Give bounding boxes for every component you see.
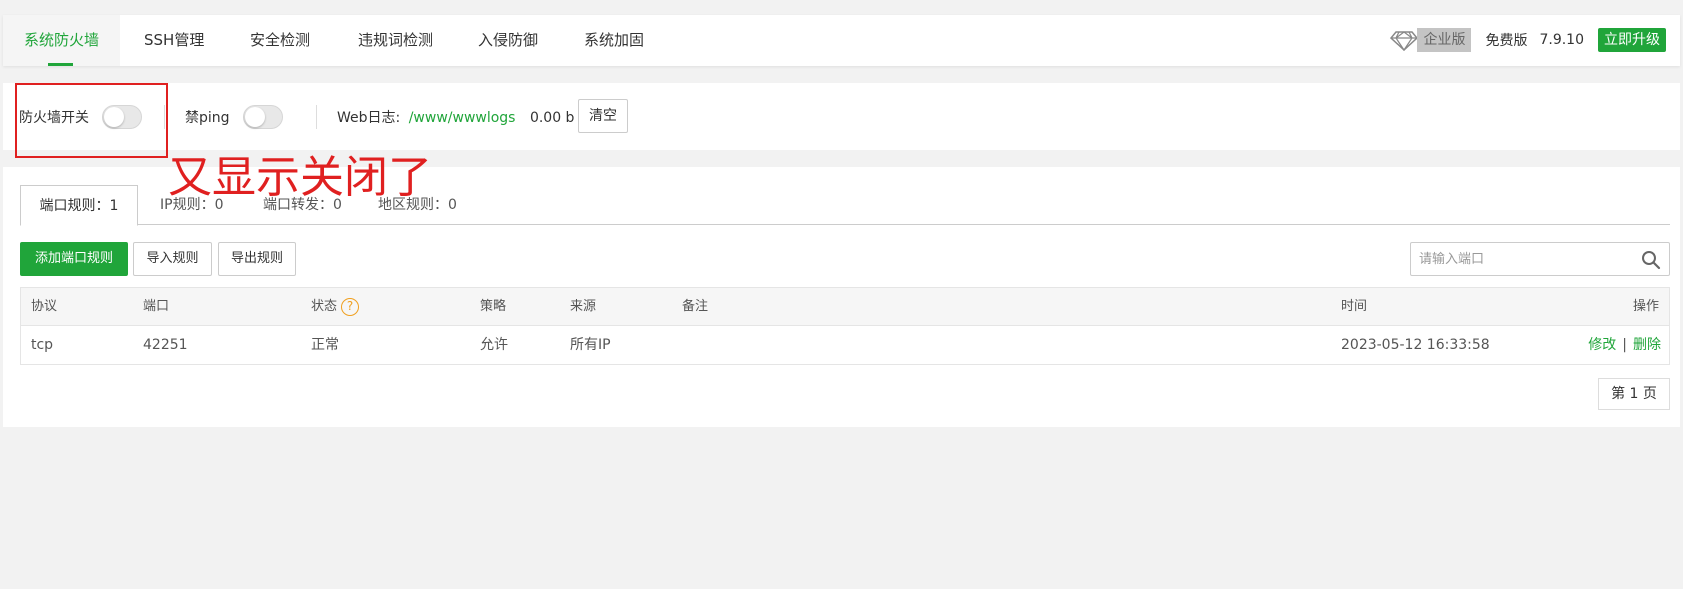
version-info: 企业版 免费版 7.9.10 立即升级 xyxy=(1389,27,1666,53)
col-status: 状态? xyxy=(311,288,360,326)
tab-security-check[interactable]: 安全检测 xyxy=(250,15,310,66)
tab-intrusion[interactable]: 入侵防御 xyxy=(478,15,538,66)
top-nav: 系统防火墙 SSH管理 安全检测 违规词检测 入侵防御 系统加固 企业版 免费版… xyxy=(3,15,1680,66)
ping-switch-label: 禁ping xyxy=(185,110,230,126)
diamond-icon xyxy=(1390,31,1419,52)
enterprise-badge[interactable]: 企业版 xyxy=(1389,28,1472,52)
col-ops: 操作 xyxy=(1632,299,1659,314)
col-protocol: 协议 xyxy=(31,299,58,314)
cell-ops: 修改 | 删除 xyxy=(1588,337,1661,353)
weblog-path-link[interactable]: /www/wwwlogs xyxy=(409,110,516,126)
export-rules-button[interactable]: 导出规则 xyxy=(218,242,296,276)
divider xyxy=(316,105,317,129)
tab-port-rules[interactable]: 端口规则：1 xyxy=(20,185,138,226)
cell-port: 42251 xyxy=(143,337,188,353)
col-time: 时间 xyxy=(1341,299,1368,314)
port-search xyxy=(1410,242,1670,276)
rules-panel: 端口规则：1 IP规则：0 端口转发：0 地区规则：0 添加端口规则 导入规则 … xyxy=(3,167,1680,427)
ping-toggle[interactable] xyxy=(243,105,283,129)
cell-source: 所有IP xyxy=(570,337,611,353)
free-edition-label: 免费版 xyxy=(1485,33,1528,49)
enterprise-label: 企业版 xyxy=(1417,28,1472,52)
help-icon[interactable]: ? xyxy=(341,297,360,316)
search-input[interactable] xyxy=(1419,249,1629,269)
search-icon[interactable] xyxy=(1641,250,1661,270)
col-policy: 策略 xyxy=(480,299,507,314)
weblog-size: 0.00 b xyxy=(529,110,575,126)
clear-log-button[interactable]: 清空 xyxy=(578,99,628,133)
import-rules-button[interactable]: 导入规则 xyxy=(133,242,212,276)
tab-ssh[interactable]: SSH管理 xyxy=(144,15,204,66)
cell-time: 2023-05-12 16:33:58 xyxy=(1341,337,1490,353)
col-port: 端口 xyxy=(143,299,170,314)
tab-system-firewall[interactable]: 系统防火墙 xyxy=(3,15,120,66)
weblog-label: Web日志: xyxy=(337,110,401,126)
annotation-text: 又显示关闭了 xyxy=(168,152,432,203)
switch-bar: 防火墙开关 禁ping Web日志: /www/wwwlogs 0.00 b 清… xyxy=(3,83,1680,150)
highlight-box xyxy=(15,83,168,158)
toggle-knob xyxy=(245,107,265,127)
cell-policy: 允许 xyxy=(480,337,508,353)
col-source: 来源 xyxy=(570,299,597,314)
delete-link[interactable]: 删除 xyxy=(1633,337,1661,353)
pagination-current[interactable]: 第 1 页 xyxy=(1598,378,1670,410)
cell-status: 正常 xyxy=(311,337,339,353)
add-port-rule-button[interactable]: 添加端口规则 xyxy=(20,242,128,276)
tab-word-check[interactable]: 违规词检测 xyxy=(358,15,433,66)
weblog-info: Web日志: /www/wwwlogs 0.00 b xyxy=(337,107,574,127)
edit-link[interactable]: 修改 xyxy=(1588,337,1616,353)
table-header: 协议 端口 状态? 策略 来源 备注 时间 操作 xyxy=(21,288,1669,326)
port-rules-table: 协议 端口 状态? 策略 来源 备注 时间 操作 tcp 42251 正常 允许… xyxy=(20,287,1670,365)
version-number: 7.9.10 xyxy=(1539,32,1584,48)
upgrade-button[interactable]: 立即升级 xyxy=(1598,28,1666,52)
col-remark: 备注 xyxy=(682,299,709,314)
tab-hardening[interactable]: 系统加固 xyxy=(584,15,644,66)
cell-protocol: tcp xyxy=(31,337,54,353)
table-row: tcp 42251 正常 允许 所有IP 2023-05-12 16:33:58… xyxy=(21,326,1669,364)
